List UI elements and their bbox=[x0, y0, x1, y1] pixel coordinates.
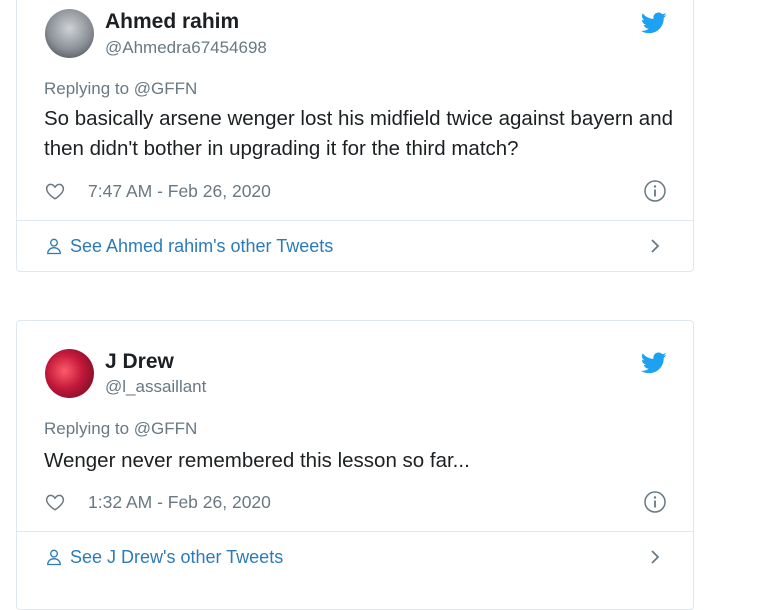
replying-to[interactable]: Replying to @GFFN bbox=[44, 79, 197, 99]
see-other-tweets-link[interactable]: See Ahmed rahim's other Tweets bbox=[44, 231, 663, 261]
chevron-right-icon[interactable] bbox=[647, 549, 663, 565]
avatar[interactable] bbox=[45, 349, 94, 398]
tweet-card[interactable]: J Drew @l_assaillant Replying to @GFFN W… bbox=[16, 320, 694, 610]
tweet-card[interactable]: Ahmed rahim @Ahmedra67454698 Replying to… bbox=[16, 0, 694, 272]
author-name[interactable]: Ahmed rahim bbox=[105, 10, 239, 34]
divider bbox=[17, 220, 693, 221]
tweet-meta: 7:47 AM - Feb 26, 2020 bbox=[44, 178, 667, 204]
see-more-label[interactable]: See J Drew's other Tweets bbox=[70, 547, 283, 568]
replying-to[interactable]: Replying to @GFFN bbox=[44, 419, 197, 439]
twitter-bird-icon[interactable] bbox=[641, 10, 667, 36]
heart-icon[interactable] bbox=[44, 180, 66, 202]
person-icon bbox=[47, 549, 61, 566]
divider bbox=[17, 531, 693, 532]
author-handle[interactable]: @Ahmedra67454698 bbox=[105, 38, 267, 58]
tweet-text: Wenger never remembered this lesson so f… bbox=[44, 449, 470, 472]
info-icon[interactable] bbox=[643, 179, 667, 203]
avatar[interactable] bbox=[45, 9, 94, 58]
timestamp[interactable]: 1:32 AM - Feb 26, 2020 bbox=[88, 492, 271, 513]
person-icon bbox=[47, 238, 61, 255]
info-icon[interactable] bbox=[643, 490, 667, 514]
tweet-text: So basically arsene wenger lost his midf… bbox=[44, 107, 674, 160]
see-other-tweets-link[interactable]: See J Drew's other Tweets bbox=[44, 542, 663, 572]
twitter-bird-icon[interactable] bbox=[641, 350, 667, 376]
timestamp[interactable]: 7:47 AM - Feb 26, 2020 bbox=[88, 181, 271, 202]
tweet-meta: 1:32 AM - Feb 26, 2020 bbox=[44, 489, 667, 515]
heart-icon[interactable] bbox=[44, 491, 66, 513]
chevron-right-icon[interactable] bbox=[647, 238, 663, 254]
author-name[interactable]: J Drew bbox=[105, 350, 174, 374]
see-more-label[interactable]: See Ahmed rahim's other Tweets bbox=[70, 236, 333, 257]
author-handle[interactable]: @l_assaillant bbox=[105, 377, 206, 397]
